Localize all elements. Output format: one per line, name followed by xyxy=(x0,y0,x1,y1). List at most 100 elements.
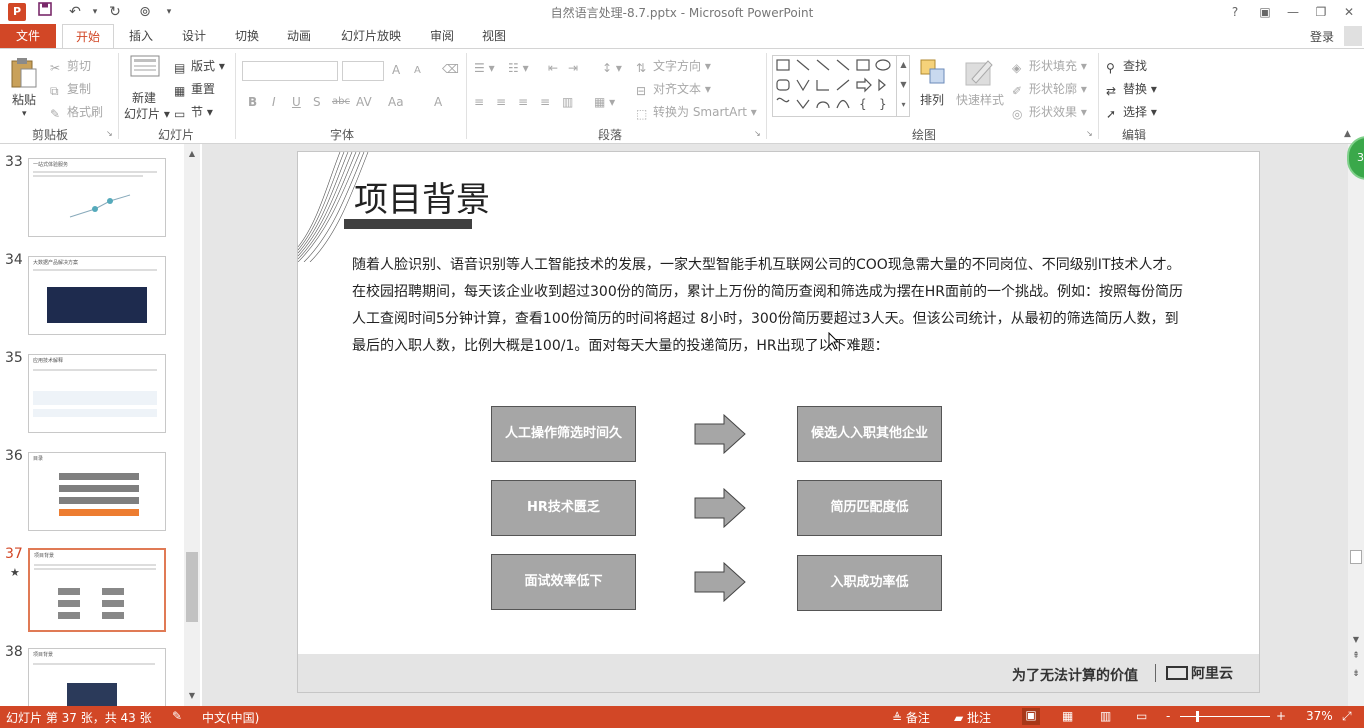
slide-title[interactable]: 项目背景 xyxy=(354,172,490,221)
shape-fill-button[interactable]: ◈ 形状填充 ▾ xyxy=(1012,57,1087,75)
shape-effects-button[interactable]: ◎ 形状效果 ▾ xyxy=(1012,103,1087,121)
restore-button[interactable]: ❐ xyxy=(1308,2,1334,22)
text-direction-button[interactable]: ⇅ 文字方向 ▾ xyxy=(636,57,711,75)
align-right-icon[interactable]: ≡ xyxy=(518,95,528,109)
distributed-icon[interactable]: ▥ xyxy=(562,95,573,109)
shapes-gallery[interactable]: {} xyxy=(772,55,910,117)
notes-button[interactable]: ≜ 备注 xyxy=(892,709,930,726)
arrange-button[interactable]: 排列 xyxy=(920,91,944,108)
slide-thumbnail[interactable]: 目录 xyxy=(28,452,166,531)
smartart-button[interactable]: ⬚ 转换为 SmartArt ▾ xyxy=(636,103,757,121)
columns-icon[interactable]: ▦ ▾ xyxy=(594,95,615,109)
result-box[interactable]: 入职成功率低 xyxy=(797,555,942,611)
spell-check-icon[interactable]: ✎ xyxy=(172,709,182,723)
tab-design[interactable]: 设计 xyxy=(171,24,217,48)
tab-file[interactable]: 文件 xyxy=(0,24,56,48)
scroll-thumb[interactable] xyxy=(1350,550,1362,564)
close-button[interactable]: ✕ xyxy=(1336,2,1362,22)
zoom-slider[interactable] xyxy=(1180,716,1270,717)
slide-scrollbar[interactable]: ▲ ▼ ⇞ ⇟ xyxy=(1348,144,1364,706)
current-slide[interactable]: 项目背景 随着人脸识别、语音识别等人工智能技术的发展，一家大型智能手机互联网公司… xyxy=(298,152,1259,692)
font-size-combo[interactable] xyxy=(342,61,384,81)
slide-thumbnail[interactable]: 大数据产品解决方案 xyxy=(28,256,166,335)
collapse-ribbon-icon[interactable]: ▲ xyxy=(1344,129,1351,139)
shrink-font-button[interactable]: A xyxy=(414,65,421,76)
align-left-icon[interactable]: ≡ xyxy=(474,95,484,109)
scroll-down-arrow-icon[interactable]: ▼ xyxy=(184,688,200,704)
numbering-icon[interactable]: ☷ ▾ xyxy=(508,61,529,75)
slide-thumbnail-selected[interactable]: 项目背景 xyxy=(28,548,166,632)
new-slide-icon[interactable] xyxy=(130,55,160,86)
slide-body-text[interactable]: 随着人脸识别、语音识别等人工智能技术的发展，一家大型智能手机互联网公司的COO现… xyxy=(352,252,1192,360)
help-button[interactable]: ? xyxy=(1222,2,1248,22)
thumbnails-scrollbar[interactable]: ▲ ▼ xyxy=(184,144,200,706)
zoom-level[interactable]: 37% xyxy=(1306,709,1333,723)
paste-icon[interactable] xyxy=(10,57,38,92)
increase-indent-icon[interactable]: ⇥ xyxy=(568,61,578,75)
quick-styles-button[interactable]: 快速样式 xyxy=(956,91,1004,108)
clipboard-launcher-icon[interactable]: ↘ xyxy=(106,129,113,138)
reset-button[interactable]: ▦ 重置 xyxy=(174,80,215,98)
select-button[interactable]: ➚ 选择 ▾ xyxy=(1106,103,1157,121)
clear-format-icon[interactable]: ⌫ xyxy=(442,62,459,76)
fit-slide-icon[interactable]: ⤢ xyxy=(1342,709,1352,724)
slideshow-view-icon[interactable]: ▭ xyxy=(1136,709,1147,723)
arrange-icon[interactable] xyxy=(920,59,946,88)
scroll-thumb[interactable] xyxy=(186,552,198,622)
result-box[interactable]: 候选人入职其他企业 xyxy=(797,406,942,462)
new-slide-button[interactable]: 幻灯片 ▾ xyxy=(124,105,170,122)
problem-box[interactable]: HR技术匮乏 xyxy=(491,480,636,536)
zoom-in-button[interactable]: + xyxy=(1276,709,1286,723)
find-button[interactable]: ⚲ 查找 xyxy=(1106,57,1147,75)
tab-home[interactable]: 开始 xyxy=(62,24,114,49)
layout-button[interactable]: ▤ 版式 ▾ xyxy=(174,57,225,75)
problem-box[interactable]: 人工操作筛选时间久 xyxy=(491,406,636,462)
align-text-button[interactable]: ⊟ 对齐文本 ▾ xyxy=(636,80,711,98)
bold-button[interactable]: B xyxy=(248,95,257,109)
new-slide-label-1[interactable]: 新建 xyxy=(132,89,156,106)
quick-styles-icon[interactable] xyxy=(964,57,994,90)
slide-thumbnail[interactable]: 一站式体验服务 xyxy=(28,158,166,237)
language-indicator[interactable]: 中文(中国) xyxy=(202,709,259,726)
tab-view[interactable]: 视图 xyxy=(471,24,517,48)
problem-box[interactable]: 面试效率低下 xyxy=(491,554,636,610)
slide-thumbnail[interactable]: 项目背景 xyxy=(28,648,166,707)
bullets-icon[interactable]: ☰ ▾ xyxy=(474,61,495,75)
paste-dropdown-icon[interactable]: ▾ xyxy=(22,109,27,119)
strikethrough-button[interactable]: abc xyxy=(332,96,350,107)
format-painter-button[interactable]: ✎ 格式刷 xyxy=(50,103,103,121)
next-slide-icon[interactable]: ⇟ xyxy=(1348,666,1364,682)
italic-button[interactable]: I xyxy=(272,95,276,109)
slide-sorter-view-icon[interactable]: ▦ xyxy=(1062,709,1073,723)
text-shadow-button[interactable]: S xyxy=(313,95,321,109)
scroll-up-arrow-icon[interactable]: ▲ xyxy=(184,146,200,162)
center-icon[interactable]: ≡ xyxy=(496,95,506,109)
zoom-out-button[interactable]: - xyxy=(1166,709,1170,723)
justify-icon[interactable]: ≡ xyxy=(540,95,550,109)
minimize-button[interactable]: — xyxy=(1280,2,1306,22)
zoom-slider-thumb[interactable] xyxy=(1196,711,1199,722)
font-name-combo[interactable] xyxy=(242,61,338,81)
previous-slide-icon[interactable]: ⇞ xyxy=(1348,648,1364,664)
normal-view-icon[interactable]: ▣ xyxy=(1022,708,1040,725)
change-case-button[interactable]: Aa xyxy=(388,95,404,109)
line-spacing-icon[interactable]: ↕ ▾ xyxy=(602,61,622,75)
comments-button[interactable]: ▰ 批注 xyxy=(954,709,991,726)
tab-review[interactable]: 审阅 xyxy=(419,24,465,48)
result-box[interactable]: 简历匹配度低 xyxy=(797,480,942,536)
login-link[interactable]: 登录 xyxy=(1310,28,1334,45)
underline-button[interactable]: U xyxy=(292,95,301,109)
tab-animations[interactable]: 动画 xyxy=(276,24,322,48)
reading-view-icon[interactable]: ▥ xyxy=(1100,709,1111,723)
shapes-gallery-scroll[interactable]: ▲ ▼ ▾ xyxy=(896,55,910,117)
paragraph-launcher-icon[interactable]: ↘ xyxy=(754,129,761,138)
slide-thumbnail[interactable]: 应用技术解释 xyxy=(28,354,166,433)
ribbon-display-options-icon[interactable]: ▣ xyxy=(1252,2,1278,22)
tab-slideshow[interactable]: 幻灯片放映 xyxy=(330,24,412,48)
grow-font-button[interactable]: A xyxy=(392,63,400,77)
drawing-launcher-icon[interactable]: ↘ xyxy=(1086,129,1093,138)
scroll-down-arrow-icon[interactable]: ▼ xyxy=(1348,632,1364,648)
tab-transitions[interactable]: 切换 xyxy=(224,24,270,48)
paste-button[interactable]: 粘贴 xyxy=(12,91,36,108)
copy-button[interactable]: ⧉ 复制 xyxy=(50,80,91,98)
